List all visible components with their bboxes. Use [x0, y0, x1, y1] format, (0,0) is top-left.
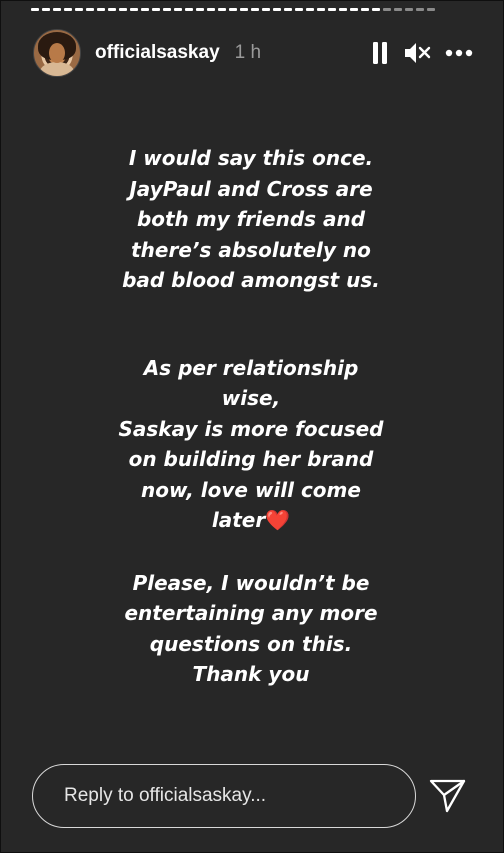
progress-segment	[53, 8, 61, 11]
progress-segment	[306, 8, 314, 11]
progress-segment	[42, 8, 50, 11]
progress-segment	[207, 8, 215, 11]
username-link[interactable]: officialsaskay	[95, 42, 220, 64]
progress-segment	[163, 8, 171, 11]
pause-icon[interactable]	[369, 38, 391, 68]
story-line: wise,	[221, 386, 281, 410]
story-line: JayPaul and Cross are	[129, 176, 373, 201]
progress-segment	[141, 8, 149, 11]
story-line: on building her brand	[128, 447, 374, 471]
progress-segment	[218, 8, 226, 11]
story-progress-bar	[31, 8, 479, 11]
story-text: I would say this once. JayPaul and Cross…	[61, 143, 441, 690]
progress-segment	[427, 8, 435, 11]
story-line: both my friends and	[136, 207, 366, 231]
progress-segment	[284, 8, 292, 11]
progress-segment	[174, 8, 182, 11]
progress-segment	[75, 8, 83, 11]
progress-segment	[64, 8, 72, 11]
story-line: there’s absolutely no	[131, 237, 371, 262]
progress-segment	[240, 8, 248, 11]
story-line: Please, I wouldn’t be	[132, 570, 370, 595]
progress-segment	[185, 8, 193, 11]
story-controls	[369, 38, 473, 68]
story-line: now, love will come	[141, 477, 361, 502]
progress-segment	[350, 8, 358, 11]
progress-segment	[273, 8, 281, 11]
story-paragraph-2: As per relationship wise, Saskay is more…	[61, 353, 441, 536]
progress-segment	[86, 8, 94, 11]
mute-icon[interactable]	[403, 38, 433, 68]
progress-segment	[394, 8, 402, 11]
send-icon[interactable]	[429, 778, 467, 814]
post-time: 1 h	[234, 42, 262, 63]
progress-segment	[130, 8, 138, 11]
progress-segment	[262, 8, 270, 11]
progress-segment	[295, 8, 303, 11]
story-line: questions on this.	[149, 631, 353, 656]
progress-segment	[31, 8, 39, 11]
story-line: As per relationship	[143, 355, 359, 380]
progress-segment	[229, 8, 237, 11]
progress-segment	[416, 8, 424, 11]
progress-segment	[317, 8, 325, 11]
progress-segment	[97, 8, 105, 11]
progress-segment	[328, 8, 336, 11]
story-paragraph-1: I would say this once. JayPaul and Cross…	[61, 143, 441, 296]
avatar-face	[49, 43, 65, 63]
avatar[interactable]	[33, 29, 81, 77]
story-line: entertaining any more	[124, 601, 378, 625]
reply-placeholder: Reply to officialsaskay...	[64, 785, 267, 806]
story-line: I would say this once.	[128, 146, 374, 170]
progress-segment	[339, 8, 347, 11]
progress-segment	[196, 8, 204, 11]
progress-segment	[108, 8, 116, 11]
more-icon[interactable]	[445, 38, 473, 68]
story-paragraph-3: Please, I wouldn’t be entertaining any m…	[61, 568, 441, 690]
story-header: officialsaskay 1 h	[33, 29, 473, 77]
progress-segment	[152, 8, 160, 11]
story-line: later	[211, 508, 266, 532]
progress-segment	[251, 8, 259, 11]
heart-emoji: ❤️	[265, 508, 291, 532]
story-line: bad blood amongst us.	[122, 268, 380, 292]
story-line: Thank you	[192, 662, 310, 686]
progress-segment	[119, 8, 127, 11]
progress-segment	[405, 8, 413, 11]
progress-segment	[383, 8, 391, 11]
progress-segment	[372, 8, 380, 11]
avatar-body	[40, 62, 74, 76]
story-line: Saskay is more focused	[118, 416, 384, 441]
story-viewer: officialsaskay 1 h I would say this once…	[1, 1, 503, 852]
progress-segment	[361, 8, 369, 11]
reply-input[interactable]: Reply to officialsaskay...	[32, 764, 416, 828]
